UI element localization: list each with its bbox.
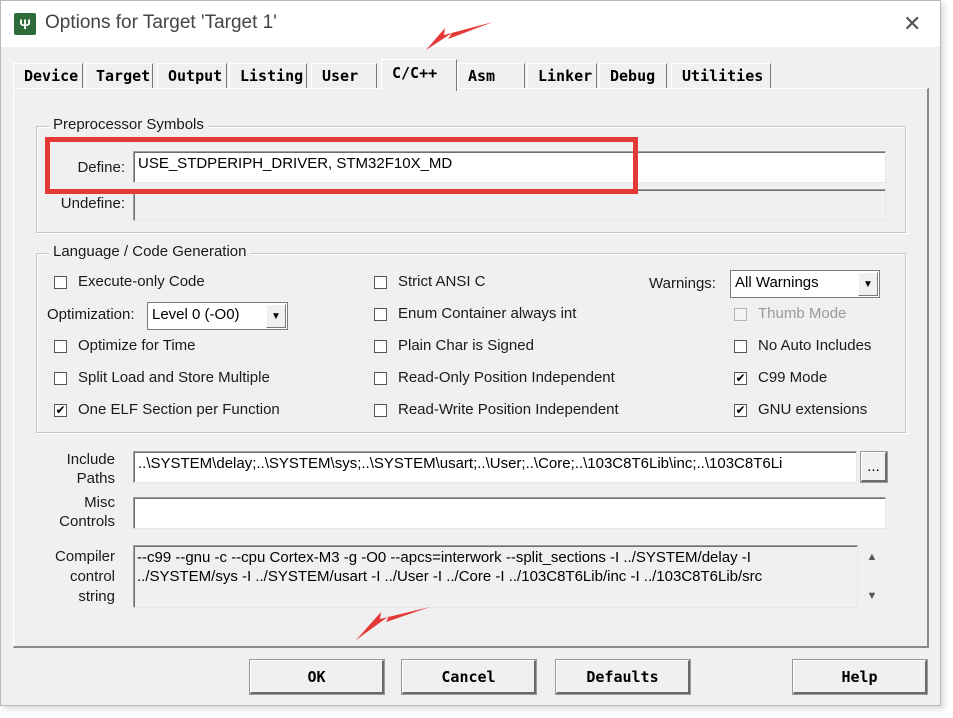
tab-c-cpp[interactable]: C/C++	[381, 59, 457, 91]
annotation-arrow-tab	[356, 22, 493, 640]
